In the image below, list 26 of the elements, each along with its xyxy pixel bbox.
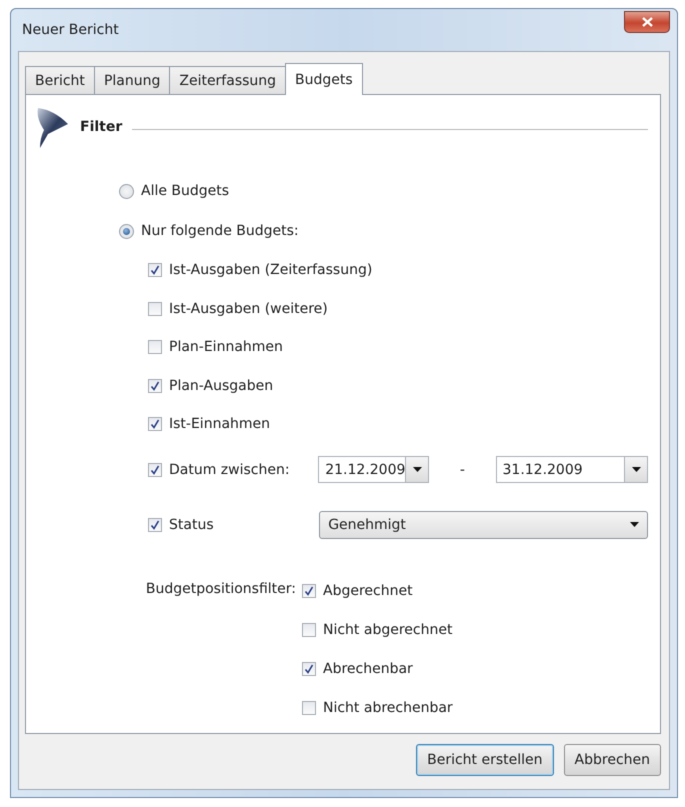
tab[interactable]: Planung bbox=[94, 66, 170, 94]
radio-label: Nur folgende Budgets: bbox=[141, 223, 299, 239]
checkbox-label: Ist-Ausgaben (Zeiterfassung) bbox=[169, 262, 372, 278]
checkbox-label: Abrechenbar bbox=[323, 661, 413, 677]
checkbox-label: Abgerechnet bbox=[323, 583, 413, 599]
radio-label: Alle Budgets bbox=[141, 183, 230, 199]
window-title: Neuer Bericht bbox=[21, 22, 119, 38]
checkbox-label: Plan-Einnahmen bbox=[169, 339, 283, 356]
tab[interactable]: Bericht bbox=[25, 66, 95, 94]
tab[interactable]: Budgets bbox=[285, 63, 363, 95]
checkbox-label: Ist-Einnahmen bbox=[169, 416, 270, 432]
checkbox-label: Status bbox=[169, 516, 215, 532]
date-field[interactable]: 21.12.2009 bbox=[318, 456, 430, 483]
checkbox-label: Nicht abrechenbar bbox=[323, 700, 453, 716]
tab[interactable]: Zeiterfassung bbox=[169, 66, 286, 94]
section-heading: Filter bbox=[80, 119, 122, 135]
checkbox-label: Datum zwischen: bbox=[169, 462, 291, 478]
dialog-button[interactable]: Abbrechen bbox=[564, 744, 661, 776]
filter-label: Budgetpositionsfilter: bbox=[144, 580, 297, 598]
date-separator: - bbox=[458, 462, 466, 478]
checkbox-label: Plan-Ausgaben bbox=[169, 378, 274, 394]
checkbox-label: Ist-Ausgaben (weitere) bbox=[169, 300, 328, 317]
status-dropdown[interactable]: Genehmigt bbox=[319, 510, 648, 538]
checkbox-label: Nicht abgerechnet bbox=[323, 622, 452, 638]
dialog-button[interactable]: Bericht erstellen bbox=[416, 744, 554, 776]
date-field[interactable]: 31.12.2009 bbox=[496, 456, 648, 483]
